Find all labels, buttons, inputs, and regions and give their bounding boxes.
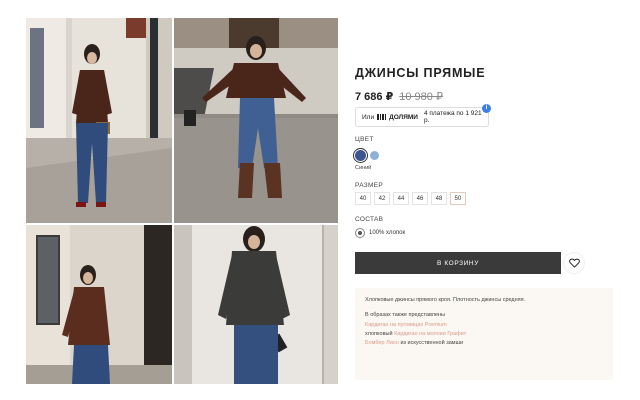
- size-option[interactable]: 42: [374, 192, 390, 205]
- size-option[interactable]: 48: [431, 192, 447, 205]
- product-gallery: [26, 18, 338, 384]
- composition-radio[interactable]: [355, 228, 365, 238]
- size-option[interactable]: 40: [355, 192, 371, 205]
- related-link-bomber[interactable]: Бомбер Лион: [365, 340, 399, 346]
- color-swatch-light-blue[interactable]: [370, 151, 379, 160]
- related-suffix: из искусственной замши: [400, 340, 464, 347]
- selected-color-name: Синий: [355, 165, 372, 171]
- old-price: 10 980 ₽: [399, 91, 443, 103]
- product-photo-4[interactable]: [174, 225, 338, 384]
- installments-brand: ДОЛЯМИ: [389, 113, 418, 121]
- dolyami-logo-icon: [377, 114, 387, 120]
- installments-prefix: Или: [362, 113, 375, 121]
- composition-label: СОСТАВ: [355, 216, 384, 223]
- installments-text: 4 платежа по 1 921 р.: [423, 110, 482, 124]
- favorite-button[interactable]: [563, 252, 585, 274]
- current-price: 7 686 ₽: [355, 91, 394, 103]
- info-icon[interactable]: i: [482, 104, 491, 113]
- color-swatch-blue[interactable]: [353, 148, 368, 163]
- description-text: Хлопковые джинсы прямого кроя. Плотность…: [365, 297, 526, 303]
- composition-value: 100% хлопок: [369, 230, 406, 236]
- size-selector: 40 42 44 46 48 50: [355, 192, 466, 205]
- product-photo-1[interactable]: [26, 18, 172, 223]
- composition-option[interactable]: 100% хлопок: [355, 228, 405, 238]
- color-label: ЦВЕТ: [355, 136, 374, 143]
- product-photo-2[interactable]: [174, 18, 338, 223]
- price-block: 7 686 ₽ 10 980 ₽: [355, 90, 443, 103]
- add-to-cart-button[interactable]: В КОРЗИНУ: [355, 252, 561, 274]
- related-link-cardigan-premium[interactable]: Кардиган на пуговицах Premium: [365, 322, 447, 328]
- heart-icon: [568, 258, 580, 268]
- size-option[interactable]: 44: [393, 192, 409, 205]
- size-option-selected[interactable]: 50: [450, 192, 466, 205]
- related-link-cardigan-graphite[interactable]: Кардиган на молнии Графит: [394, 331, 466, 337]
- looks-intro: В образах также представлены: [365, 312, 446, 319]
- size-option[interactable]: 46: [412, 192, 428, 205]
- installments-widget[interactable]: Или ДОЛЯМИ 4 платежа по 1 921 р.: [355, 107, 489, 127]
- color-swatches: [353, 148, 379, 163]
- product-photo-3[interactable]: [26, 225, 172, 384]
- related-prefix: хлопковый: [365, 330, 393, 337]
- product-title: ДЖИНСЫ ПРЯМЫЕ: [355, 66, 486, 80]
- product-description: Хлопковые джинсы прямого кроя. Плотность…: [355, 288, 613, 380]
- size-label: РАЗМЕР: [355, 182, 383, 189]
